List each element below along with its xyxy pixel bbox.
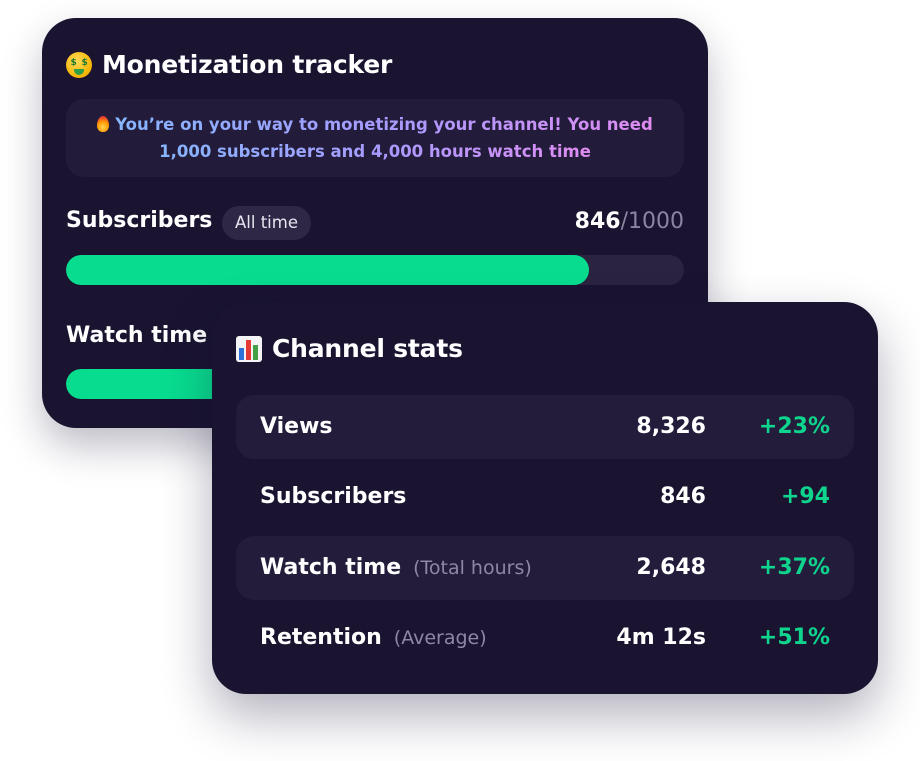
notice-line-2: 1,000 subscribers and 4,000 hours watch … [159, 142, 591, 161]
stat-name: Retention (Average) [260, 606, 487, 670]
stat-name: Subscribers [260, 465, 406, 529]
notice-line-1: You’re on your way to monetizing your ch… [115, 115, 653, 134]
watch-time-label: Watch time [66, 323, 208, 348]
channel-stats-card: Channel stats Views 8,326 +23% Subscribe… [212, 302, 878, 694]
stat-value: 2,648 [636, 555, 706, 580]
fire-icon [97, 116, 110, 132]
monetization-title-text: Monetization tracker [102, 50, 393, 79]
channel-stats-title-text: Channel stats [272, 334, 463, 363]
subscribers-target: /1000 [620, 209, 684, 234]
stage: $ $ Monetization tracker You’re on your w… [0, 0, 920, 761]
stat-delta: +94 [780, 484, 830, 509]
stat-value: 846 [660, 484, 706, 509]
stat-name-text: Views [260, 414, 333, 439]
subscribers-count: 846/1000 [575, 209, 684, 234]
subscribers-progress-fill [66, 255, 589, 285]
stat-delta: +51% [758, 625, 830, 650]
subscribers-progress-bar [66, 255, 684, 285]
all-time-filter-pill[interactable]: All time [222, 206, 311, 240]
money-mouth-face-icon: $ $ [66, 51, 92, 78]
stat-row-subscribers: Subscribers 846 +94 [236, 465, 854, 529]
monetization-title: $ $ Monetization tracker [66, 50, 392, 79]
monetization-notice: You’re on your way to monetizing your ch… [66, 99, 684, 177]
stat-value: 8,326 [636, 414, 706, 439]
stat-value: 4m 12s [616, 625, 706, 650]
stat-name-text: Retention [260, 625, 382, 650]
subscribers-label: Subscribers [66, 208, 213, 233]
stat-name-text: Subscribers [260, 484, 407, 509]
stat-name: Views [260, 395, 333, 459]
stat-row-retention: Retention (Average) 4m 12s +51% [236, 606, 854, 670]
stat-row-watch-time: Watch time (Total hours) 2,648 +37% [236, 536, 854, 600]
stat-subtitle: (Average) [393, 627, 487, 649]
channel-stats-title: Channel stats [236, 334, 463, 363]
stat-subtitle: (Total hours) [413, 557, 532, 579]
stat-row-views: Views 8,326 +23% [236, 395, 854, 459]
bar-chart-icon [236, 335, 262, 362]
stat-delta: +37% [758, 555, 830, 580]
stat-name-text: Watch time [260, 555, 402, 580]
stat-delta: +23% [758, 414, 830, 439]
subscribers-current: 846 [574, 209, 621, 234]
stat-name: Watch time (Total hours) [260, 536, 532, 600]
